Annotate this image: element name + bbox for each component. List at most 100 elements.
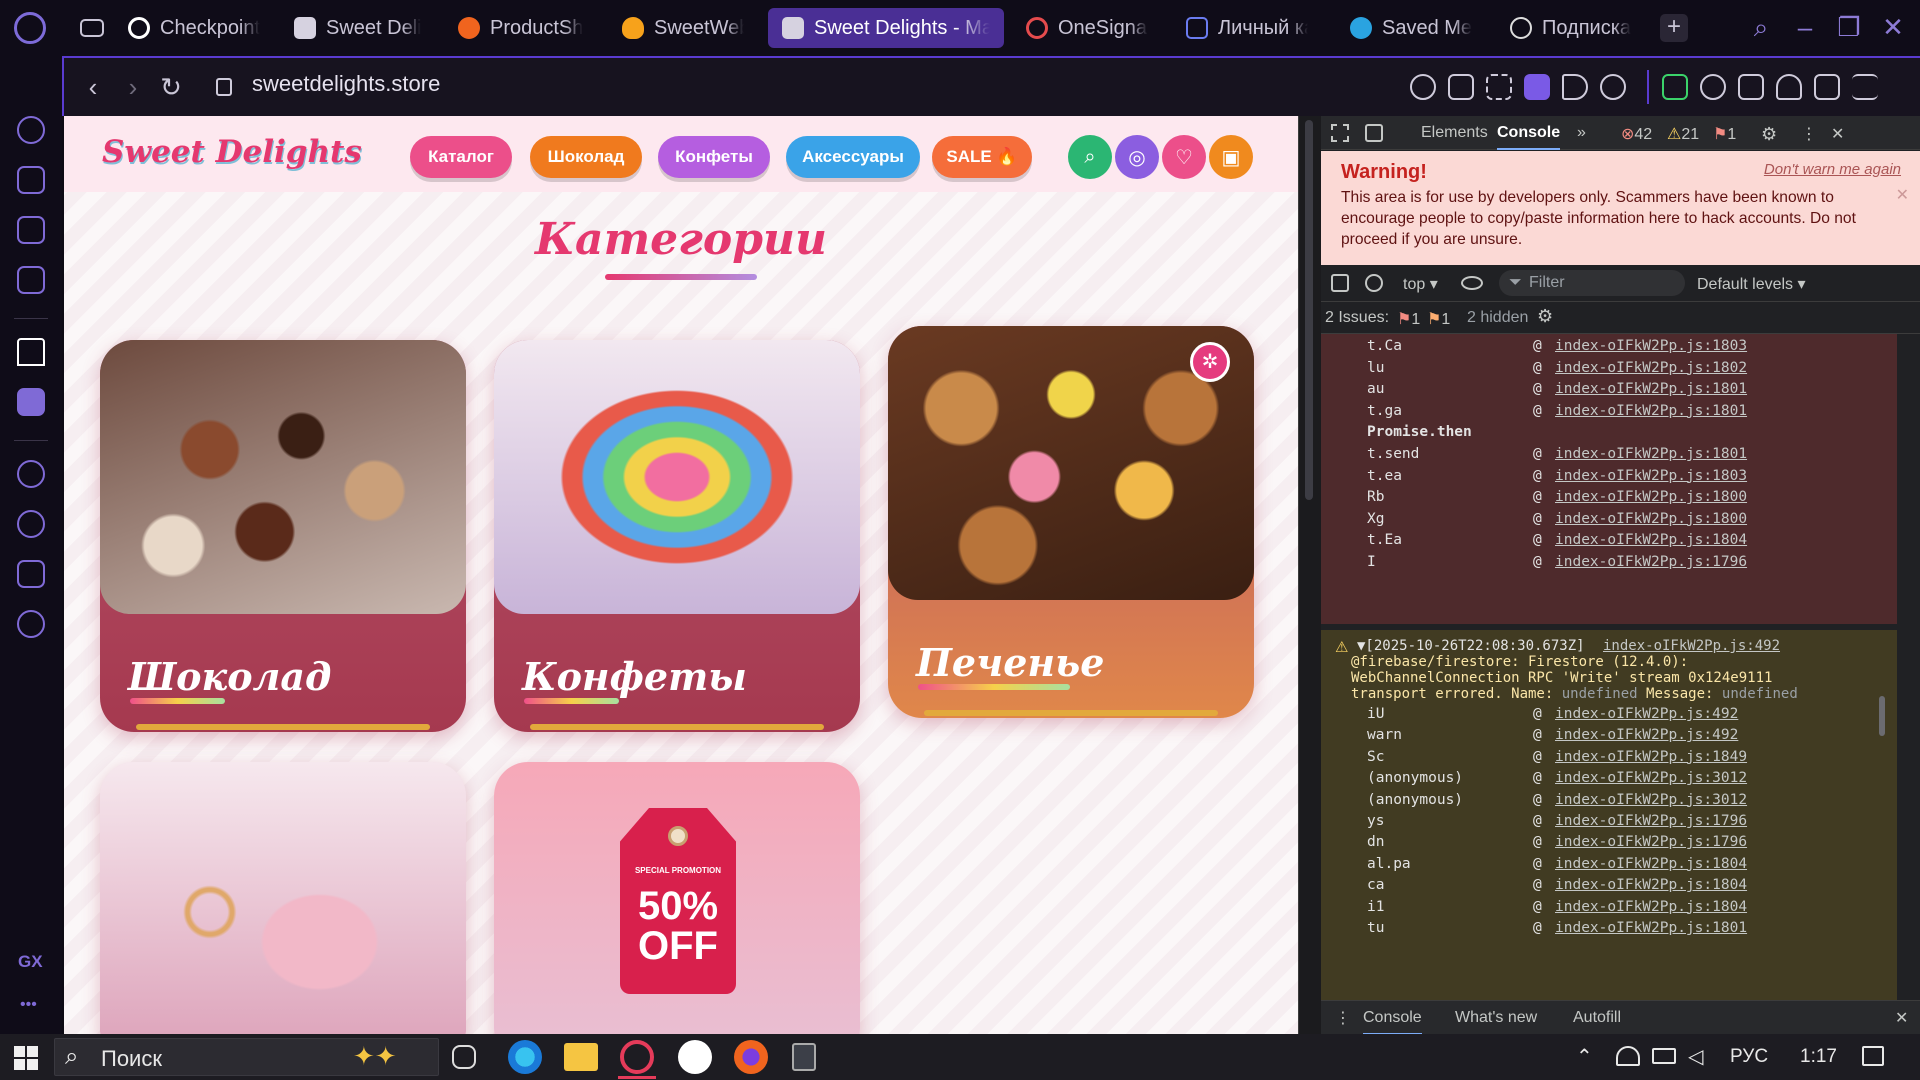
device-toolbar-icon[interactable]	[1365, 124, 1383, 142]
language-indicator[interactable]: РУС	[1730, 1046, 1768, 1068]
nav-accessories[interactable]: Аксессуары	[786, 136, 920, 178]
drawer-tab-autofill[interactable]: Autofill	[1573, 1009, 1621, 1027]
snapshot-icon[interactable]	[1486, 74, 1512, 100]
w-extension-icon[interactable]	[1662, 74, 1688, 100]
firefox-icon[interactable]	[734, 1040, 768, 1074]
tab[interactable]: Sweet Deli	[280, 8, 435, 48]
category-card-promo[interactable]: SPECIAL PROMOTION 50% OFF	[494, 762, 860, 1034]
url-field[interactable]: sweetdelights.store	[252, 71, 440, 97]
category-card-cookies[interactable]: ✲ Печенье	[888, 326, 1254, 718]
trace-link[interactable]: index-oIFkW2Pp.js:1796	[1555, 813, 1747, 829]
devtools-settings-icon[interactable]: ⚙	[1761, 124, 1777, 145]
devtools-menu-icon[interactable]: ⋮	[1801, 124, 1817, 144]
taskbar-search-field[interactable]: ⌕ Поиск ✦✦	[54, 1038, 439, 1076]
trace-link[interactable]: index-oIFkW2Pp.js:1801	[1555, 446, 1747, 462]
warning-close-icon[interactable]: ✕	[1896, 185, 1909, 205]
warn-source-link[interactable]: index-oIFkW2Pp.js:492	[1603, 638, 1780, 654]
profile-icon[interactable]	[1776, 74, 1802, 100]
tab-active[interactable]: Sweet Delights - Ma	[768, 8, 1004, 48]
category-card-accessories[interactable]	[100, 762, 466, 1034]
zoom-out-icon[interactable]	[1410, 74, 1436, 100]
page-scrollbar[interactable]	[1299, 116, 1321, 1034]
restore-button[interactable]: ❐	[1834, 12, 1864, 42]
battery-icon[interactable]	[1652, 1048, 1676, 1064]
search-icon[interactable]: ⌕	[1068, 135, 1112, 179]
vpn-shield-icon[interactable]	[1524, 74, 1550, 100]
dont-warn-link[interactable]: Don't warn me again	[1764, 161, 1901, 178]
trace-link[interactable]: index-oIFkW2Pp.js:1849	[1555, 749, 1747, 765]
tab[interactable]: ProductSh	[444, 8, 604, 48]
sidebar-toggle-icon[interactable]	[1331, 274, 1349, 292]
trace-link[interactable]: index-oIFkW2Pp.js:492	[1555, 706, 1738, 722]
live-expression-eye-icon[interactable]	[1461, 276, 1483, 290]
nav-chocolate[interactable]: Шоколад	[530, 136, 642, 178]
tab[interactable]: Личный ка	[1172, 8, 1322, 48]
trace-link[interactable]: index-oIFkW2Pp.js:1796	[1555, 834, 1747, 850]
close-window-button[interactable]: ✕	[1878, 12, 1908, 42]
trace-link[interactable]: index-oIFkW2Pp.js:3012	[1555, 792, 1747, 808]
menu-icon[interactable]	[1852, 74, 1878, 100]
trace-link[interactable]: index-oIFkW2Pp.js:492	[1555, 727, 1738, 743]
play-icon[interactable]	[1562, 74, 1588, 100]
drawer-tab-whatsnew[interactable]: What's new	[1455, 1009, 1537, 1027]
download-icon[interactable]	[1814, 74, 1840, 100]
error-count[interactable]: ⊗42	[1621, 124, 1652, 144]
trace-link[interactable]: index-oIFkW2Pp.js:1804	[1555, 899, 1747, 915]
site-logo[interactable]: Sweet Delights	[102, 134, 362, 170]
clear-console-icon[interactable]	[1365, 274, 1383, 292]
tab-console[interactable]: Console	[1497, 124, 1561, 150]
sidebar-more-icon[interactable]: •••	[20, 996, 37, 1014]
trace-link[interactable]: index-oIFkW2Pp.js:1802	[1555, 360, 1747, 376]
more-tabs-icon[interactable]: »	[1577, 124, 1586, 142]
edge-icon[interactable]	[508, 1040, 542, 1074]
yandex-icon[interactable]	[678, 1040, 712, 1074]
extensions-puzzle-icon[interactable]	[1738, 74, 1764, 100]
gx-label[interactable]: GX	[18, 952, 43, 972]
search-tabs-icon[interactable]: ⌕	[1746, 12, 1776, 42]
drawer-tab-console[interactable]: Console	[1363, 1009, 1422, 1035]
clock[interactable]: 1:17	[1800, 1046, 1837, 1068]
history-icon[interactable]	[17, 510, 45, 538]
filter-input[interactable]: ⏷ Filter	[1499, 270, 1685, 296]
tab[interactable]: Подписка	[1496, 8, 1646, 48]
console-scrollbar[interactable]	[1879, 696, 1885, 736]
speaker-icon[interactable]: ◁	[1688, 1044, 1703, 1069]
messenger-m-icon[interactable]	[17, 266, 45, 294]
speed-dial-icon[interactable]	[17, 116, 45, 144]
trace-link[interactable]: index-oIFkW2Pp.js:1803	[1555, 468, 1747, 484]
network-icon[interactable]	[1616, 1046, 1640, 1066]
file-explorer-icon[interactable]	[564, 1043, 598, 1071]
forward-button[interactable]: ›	[118, 72, 148, 102]
trace-link[interactable]: index-oIFkW2Pp.js:1804	[1555, 532, 1747, 548]
twitch-icon[interactable]	[17, 388, 45, 416]
extensions-icon[interactable]	[17, 560, 45, 588]
warning-count[interactable]: ⚠21	[1667, 124, 1699, 144]
calculator-icon[interactable]	[792, 1043, 816, 1071]
cart-box-icon[interactable]: ▣	[1209, 135, 1253, 179]
tray-overflow-icon[interactable]: ⌃	[1576, 1044, 1593, 1069]
category-card-candy[interactable]: Конфеты	[494, 340, 860, 732]
player-icon[interactable]	[17, 460, 45, 488]
settings-icon[interactable]	[17, 610, 45, 638]
drawer-menu-icon[interactable]: ⋮	[1335, 1008, 1351, 1028]
warn-timestamp[interactable]: ▼[2025-10-26T22:08:30.673Z]	[1357, 638, 1585, 654]
trace-link[interactable]: index-oIFkW2Pp.js:1804	[1555, 856, 1747, 872]
back-button[interactable]: ‹	[78, 72, 108, 102]
trace-link[interactable]: index-oIFkW2Pp.js:1800	[1555, 489, 1747, 505]
heart-icon[interactable]	[1600, 74, 1626, 100]
tab[interactable]: Checkpoint	[114, 8, 274, 48]
nav-catalog[interactable]: Каталог	[410, 136, 512, 178]
category-card-chocolate[interactable]: Шоколад	[100, 340, 466, 732]
trace-link[interactable]: index-oIFkW2Pp.js:1801	[1555, 920, 1747, 936]
devtools-close-icon[interactable]: ✕	[1831, 124, 1844, 144]
opera-gx-icon[interactable]	[620, 1040, 654, 1074]
trace-link[interactable]: index-oIFkW2Pp.js:1800	[1555, 511, 1747, 527]
issues-settings-icon[interactable]: ⚙	[1537, 306, 1553, 327]
notifications-icon[interactable]	[1862, 1046, 1884, 1066]
info-count[interactable]: ⚑1	[1713, 124, 1736, 144]
cleaner-icon[interactable]	[17, 216, 45, 244]
nav-candy[interactable]: Конфеты	[658, 136, 770, 178]
nav-sale[interactable]: SALE 🔥	[932, 136, 1032, 178]
user-icon[interactable]: ◎	[1115, 135, 1159, 179]
favorites-heart-icon[interactable]: ♡	[1162, 135, 1206, 179]
